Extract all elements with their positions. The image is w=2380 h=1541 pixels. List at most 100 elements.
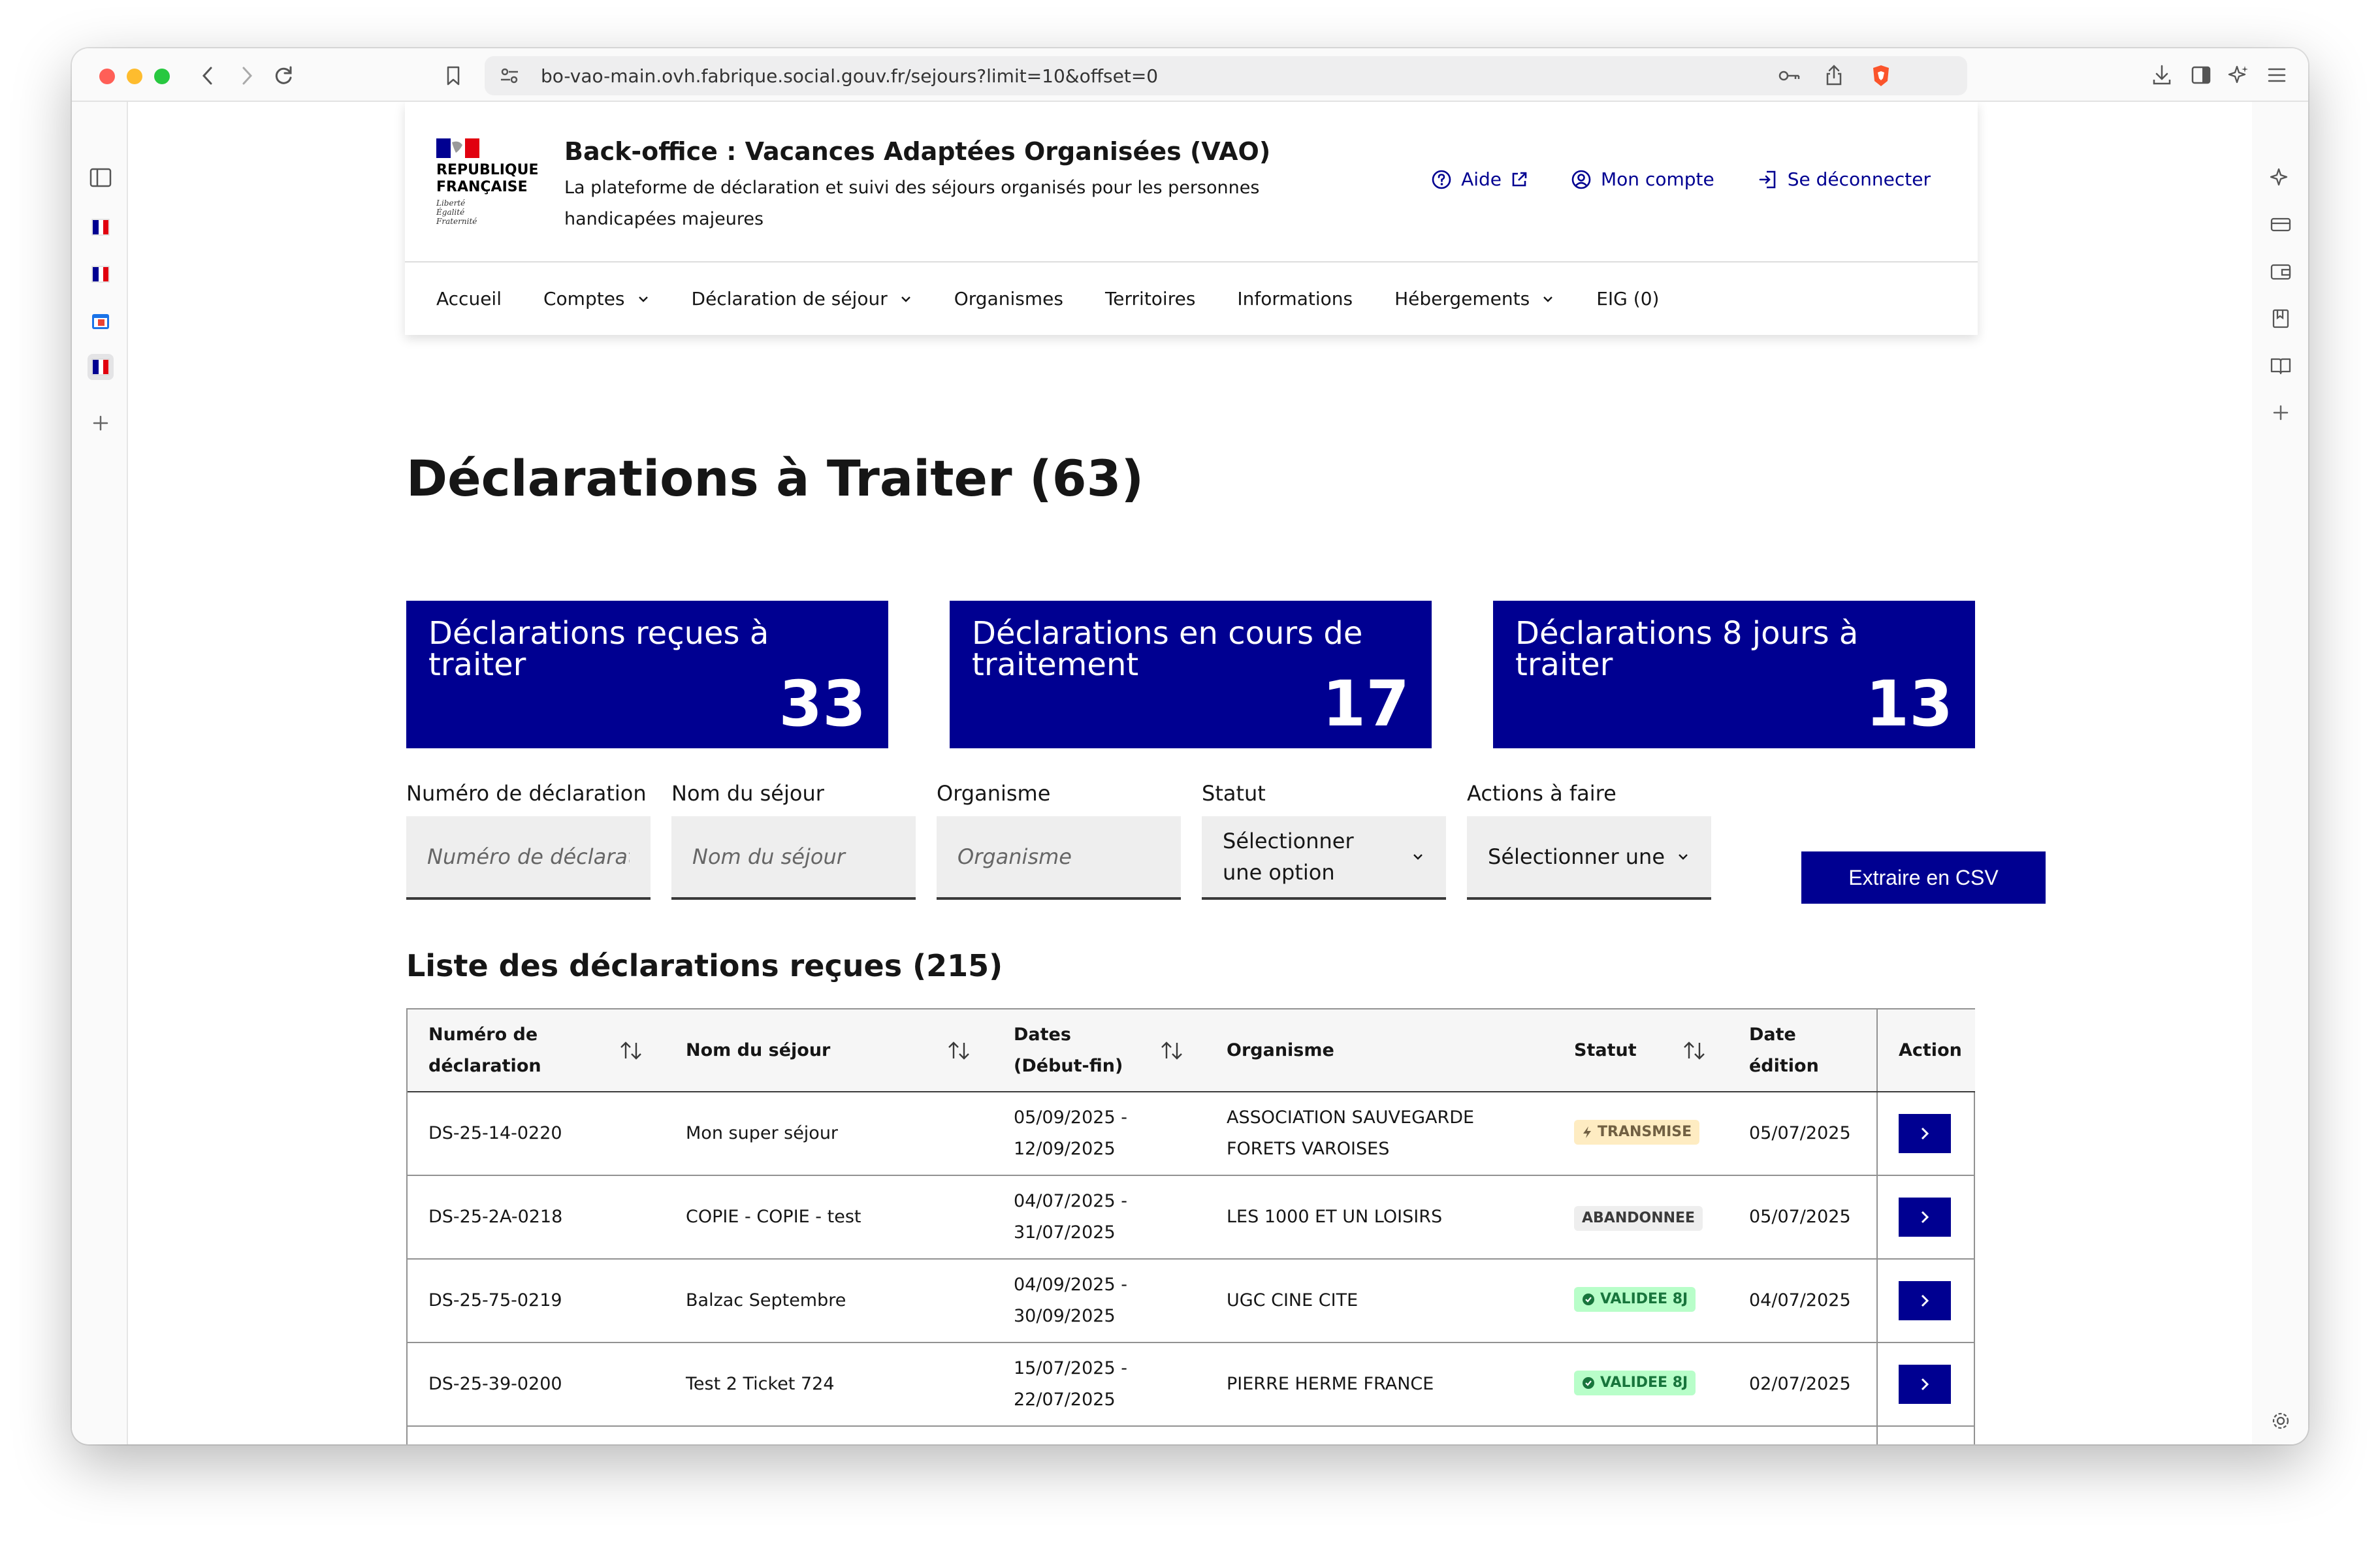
nav-item-comptes[interactable]: Comptes bbox=[543, 288, 650, 310]
organisme-input[interactable] bbox=[937, 816, 1181, 897]
cell-statut: VALIDEE 8J bbox=[1553, 1342, 1728, 1427]
stat-card-received[interactable]: Déclarations reçues à traiter 33 bbox=[406, 601, 888, 748]
cell-nom: test email bbox=[665, 1426, 993, 1444]
filter-label: Numéro de déclaration bbox=[406, 781, 647, 806]
table-row[interactable]: DS-25-14-0220 Mon super séjour 05/09/202… bbox=[408, 1092, 1975, 1176]
sidebar-panel-icon[interactable] bbox=[88, 165, 114, 191]
back-icon[interactable] bbox=[195, 63, 221, 89]
reading-list-icon[interactable] bbox=[2268, 353, 2294, 379]
leo-ai-icon[interactable] bbox=[2226, 61, 2252, 89]
filter-numero-field[interactable] bbox=[406, 816, 651, 900]
help-link[interactable]: Aide bbox=[1431, 168, 1528, 190]
bookmarks-panel-icon[interactable] bbox=[2268, 306, 2294, 332]
statut-select[interactable]: Sélectionner une option bbox=[1202, 816, 1446, 900]
forward-icon[interactable] bbox=[234, 63, 260, 89]
browser-left-sidebar bbox=[72, 102, 128, 1444]
open-declaration-button[interactable] bbox=[1899, 1114, 1951, 1153]
table-row[interactable]: DS-25-75-0219 Balzac Septembre 04/09/202… bbox=[408, 1259, 1975, 1343]
stat-card-8-days[interactable]: Déclarations 8 jours à traiter 13 bbox=[1493, 601, 1975, 748]
key-icon[interactable] bbox=[1778, 64, 1801, 87]
dates-text: 29/06/2024 - 03/07/2024 bbox=[1014, 1437, 1144, 1444]
menu-icon[interactable] bbox=[2264, 61, 2290, 89]
open-declaration-button[interactable] bbox=[1899, 1281, 1951, 1320]
close-window-button[interactable] bbox=[99, 69, 115, 84]
dates-text: 04/07/2025 - 31/07/2025 bbox=[1014, 1191, 1127, 1243]
bookmark-icon[interactable] bbox=[440, 63, 466, 89]
table-header-row: Numéro de déclaration Nom du séjour Date… bbox=[408, 1009, 1975, 1092]
actions-select-value: Sélectionner une bbox=[1488, 844, 1665, 869]
table-row[interactable]: DS-25-39-0200 Test 2 Ticket 724 15/07/20… bbox=[408, 1342, 1975, 1427]
add-tab-icon[interactable] bbox=[88, 410, 114, 436]
url-text[interactable]: bo-vao-main.ovh.fabrique.social.gouv.fr/… bbox=[541, 65, 1158, 87]
nav-item-eig[interactable]: EIG (0) bbox=[1596, 288, 1659, 310]
my-account-link[interactable]: Mon compte bbox=[1571, 168, 1714, 190]
republique-francaise-logo-text[interactable]: REPUBLIQUE FRANÇAISE bbox=[436, 162, 539, 196]
dates-text: 15/07/2025 - 22/07/2025 bbox=[1014, 1358, 1127, 1410]
address-bar[interactable]: bo-vao-main.ovh.fabrique.social.gouv.fr/… bbox=[485, 56, 1967, 95]
stat-card-in-progress[interactable]: Déclarations en cours de traitement 17 bbox=[950, 601, 1432, 748]
wallet-icon[interactable] bbox=[2268, 259, 2294, 285]
export-csv-button[interactable]: Extraire en CSV bbox=[1801, 851, 2046, 904]
nav-item-accueil[interactable]: Accueil bbox=[436, 288, 502, 310]
site-title[interactable]: Back-office : Vacances Adaptées Organisé… bbox=[564, 137, 1270, 166]
minimize-window-button[interactable] bbox=[127, 69, 142, 84]
nav-item-declaration-sejour[interactable]: Déclaration de séjour bbox=[692, 288, 912, 310]
column-header-numero[interactable]: Numéro de déclaration bbox=[408, 1009, 665, 1092]
cell-numero: DS-25-2A-0218 bbox=[408, 1175, 665, 1260]
marianne-favicon-icon[interactable] bbox=[88, 261, 114, 287]
status-badge: ABANDONNEE bbox=[1574, 1206, 1703, 1231]
settings-gear-icon[interactable] bbox=[2268, 1408, 2294, 1434]
cell-organisme: LES 1000 ET UN LOISIRS bbox=[1206, 1175, 1553, 1260]
site-settings-icon[interactable] bbox=[498, 64, 521, 87]
logout-icon bbox=[1759, 170, 1776, 188]
sort-icon[interactable] bbox=[946, 1039, 972, 1062]
nav-item-organismes[interactable]: Organismes bbox=[954, 288, 1063, 310]
cell-action bbox=[1876, 1092, 1975, 1176]
sidebar-toggle-icon[interactable] bbox=[2188, 61, 2214, 89]
nav-item-hebergements[interactable]: Hébergements bbox=[1394, 288, 1554, 310]
column-header-statut[interactable]: Statut bbox=[1553, 1009, 1728, 1092]
bolt-icon bbox=[1583, 1126, 1591, 1138]
cell-date-edition: 02/07/2025 bbox=[1728, 1426, 1877, 1444]
chevron-right-icon bbox=[1921, 1378, 1929, 1391]
chevron-down-icon bbox=[901, 296, 910, 302]
rewards-icon[interactable] bbox=[2268, 212, 2294, 238]
nav-item-informations[interactable]: Informations bbox=[1237, 288, 1353, 310]
logout-link[interactable]: Se déconnecter bbox=[1758, 168, 1931, 190]
open-declaration-button[interactable] bbox=[1899, 1198, 1951, 1237]
chevron-right-icon bbox=[1921, 1294, 1929, 1307]
downloads-icon[interactable] bbox=[2149, 61, 2175, 89]
column-header-dates[interactable]: Dates (Début-fin) bbox=[993, 1009, 1206, 1092]
filter-organisme-field[interactable] bbox=[937, 816, 1181, 900]
share-icon[interactable] bbox=[1822, 63, 1846, 87]
cell-numero: DS-25-75-0219 bbox=[408, 1259, 665, 1343]
reload-icon[interactable] bbox=[270, 63, 297, 89]
nav-item-territoires[interactable]: Territoires bbox=[1105, 288, 1195, 310]
calendar-favicon-icon[interactable] bbox=[88, 308, 114, 334]
column-header-action: Action bbox=[1876, 1009, 1975, 1092]
sort-icon[interactable] bbox=[1681, 1039, 1707, 1062]
nom-sejour-input[interactable] bbox=[671, 816, 916, 897]
sort-icon[interactable] bbox=[1159, 1039, 1185, 1062]
marianne-favicon-icon[interactable] bbox=[88, 354, 114, 380]
help-link-label: Aide bbox=[1461, 168, 1502, 190]
zoom-window-button[interactable] bbox=[154, 69, 170, 84]
table-row[interactable]: DS-24-54-0057 test email 29/06/2024 - 03… bbox=[408, 1426, 1975, 1444]
sort-icon[interactable] bbox=[618, 1039, 644, 1062]
stat-card-value: 13 bbox=[1865, 667, 1953, 740]
filter-nom-field[interactable] bbox=[671, 816, 916, 900]
column-header-nom[interactable]: Nom du séjour bbox=[665, 1009, 993, 1092]
table-row[interactable]: DS-25-2A-0218 COPIE - COPIE - test 04/07… bbox=[408, 1175, 1975, 1260]
list-title: Liste des déclarations reçues (215) bbox=[406, 948, 1003, 983]
brave-shield-icon[interactable] bbox=[1868, 63, 1894, 89]
add-panel-icon[interactable] bbox=[2268, 400, 2294, 426]
main-navigation: Accueil Comptes Déclaration de séjour Or… bbox=[405, 262, 1978, 335]
browser-window: bo-vao-main.ovh.fabrique.social.gouv.fr/… bbox=[72, 48, 2308, 1444]
declarations-table: Numéro de déclaration Nom du séjour Date… bbox=[406, 1008, 1975, 1444]
marianne-favicon-icon[interactable] bbox=[88, 214, 114, 240]
actions-select[interactable]: Sélectionner une bbox=[1467, 816, 1711, 900]
leo-ai-icon[interactable] bbox=[2268, 165, 2294, 191]
numero-declaration-input[interactable] bbox=[406, 816, 651, 897]
check-circle-icon bbox=[1583, 1294, 1594, 1305]
open-declaration-button[interactable] bbox=[1899, 1365, 1951, 1404]
